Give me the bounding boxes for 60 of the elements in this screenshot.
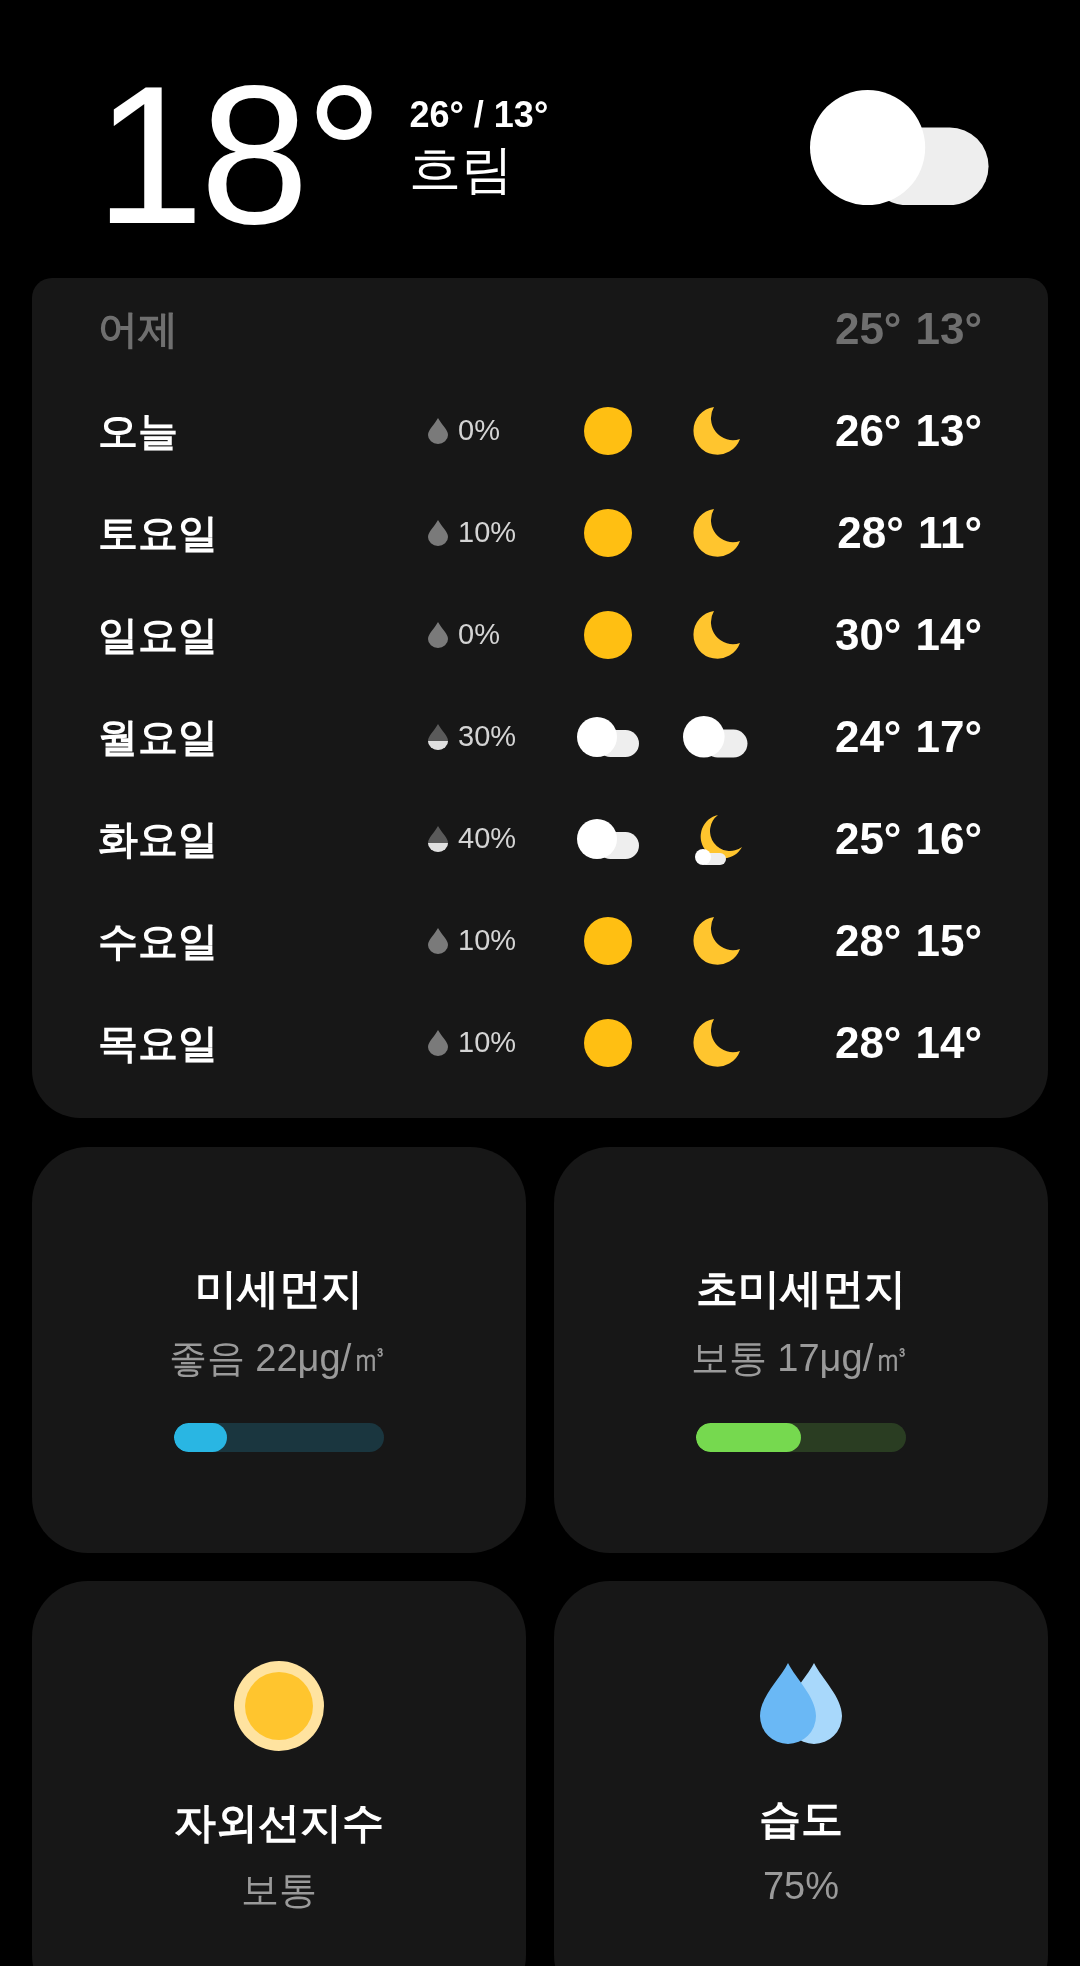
low-temperature: 16° (915, 813, 982, 865)
high-temperature: 28° (834, 915, 902, 967)
sun-icon (583, 610, 633, 660)
low-temperature: 14° (915, 609, 982, 661)
raindrop-icon (428, 622, 448, 648)
precipitation-chance: 10% (458, 515, 517, 551)
high-temperature: 30° (834, 609, 902, 661)
cloud-icon (810, 90, 990, 206)
sun-icon (234, 1661, 324, 1751)
precipitation-chance: 10% (458, 1025, 517, 1061)
card-title: 습도 (759, 1794, 843, 1844)
card-title: 초미세먼지 (696, 1264, 906, 1314)
cloud-icon (576, 819, 640, 859)
day-label: 토요일 (98, 510, 219, 557)
day-label: 일요일 (98, 612, 219, 659)
day-label: 월요일 (98, 714, 219, 761)
high-temperature: 26° (834, 405, 902, 457)
water-drops-icon (758, 1661, 844, 1747)
high-temperature: 24° (834, 711, 902, 763)
low-temperature: 14° (915, 1017, 982, 1069)
low-temperature: 11° (917, 507, 982, 559)
day-label: 오늘 (98, 408, 179, 455)
day-label: 어제 (98, 306, 179, 353)
raindrop-icon (428, 418, 448, 444)
raindrop-icon (428, 1030, 448, 1056)
air-quality-reading: 좋음 22μg/㎥ (168, 1336, 390, 1381)
day-label: 화요일 (98, 816, 219, 863)
day-label: 수요일 (98, 918, 219, 965)
high-temperature: 28° (834, 1017, 902, 1069)
air-quality-reading: 보통 17μg/㎥ (690, 1336, 912, 1381)
precipitation-chance: 30% (458, 719, 517, 755)
raindrop-icon (428, 724, 448, 750)
detail-value: 보통 (241, 1868, 317, 1913)
current-temperature: 18° (95, 58, 380, 254)
sun-icon (583, 406, 633, 456)
weather-condition: 흐림 (409, 139, 515, 200)
detail-value: 75% (762, 1864, 840, 1909)
precipitation-chance: 40% (458, 821, 517, 857)
card-title: 미세먼지 (195, 1264, 363, 1314)
high-temperature: 25° (834, 303, 902, 355)
card-title: 자외선지수 (174, 1798, 384, 1848)
precipitation-chance: 10% (458, 923, 517, 959)
low-temperature: 13° (915, 303, 982, 355)
low-temperature: 17° (915, 711, 982, 763)
raindrop-icon (428, 928, 448, 954)
cloud-icon (683, 716, 748, 758)
raindrop-icon (428, 826, 448, 852)
precipitation-chance: 0% (458, 413, 500, 449)
sun-icon (583, 916, 633, 966)
precipitation-chance: 0% (458, 617, 500, 653)
sun-icon (583, 508, 633, 558)
high-temperature: 28° (837, 507, 904, 559)
day-label: 목요일 (98, 1020, 219, 1067)
sun-icon (583, 1018, 633, 1068)
high-temperature: 25° (834, 813, 902, 865)
raindrop-icon (428, 520, 448, 546)
low-temperature: 15° (915, 915, 982, 967)
high-low-temperature: 26° / 13° (409, 93, 549, 137)
cloud-icon (576, 717, 640, 757)
low-temperature: 13° (915, 405, 982, 457)
